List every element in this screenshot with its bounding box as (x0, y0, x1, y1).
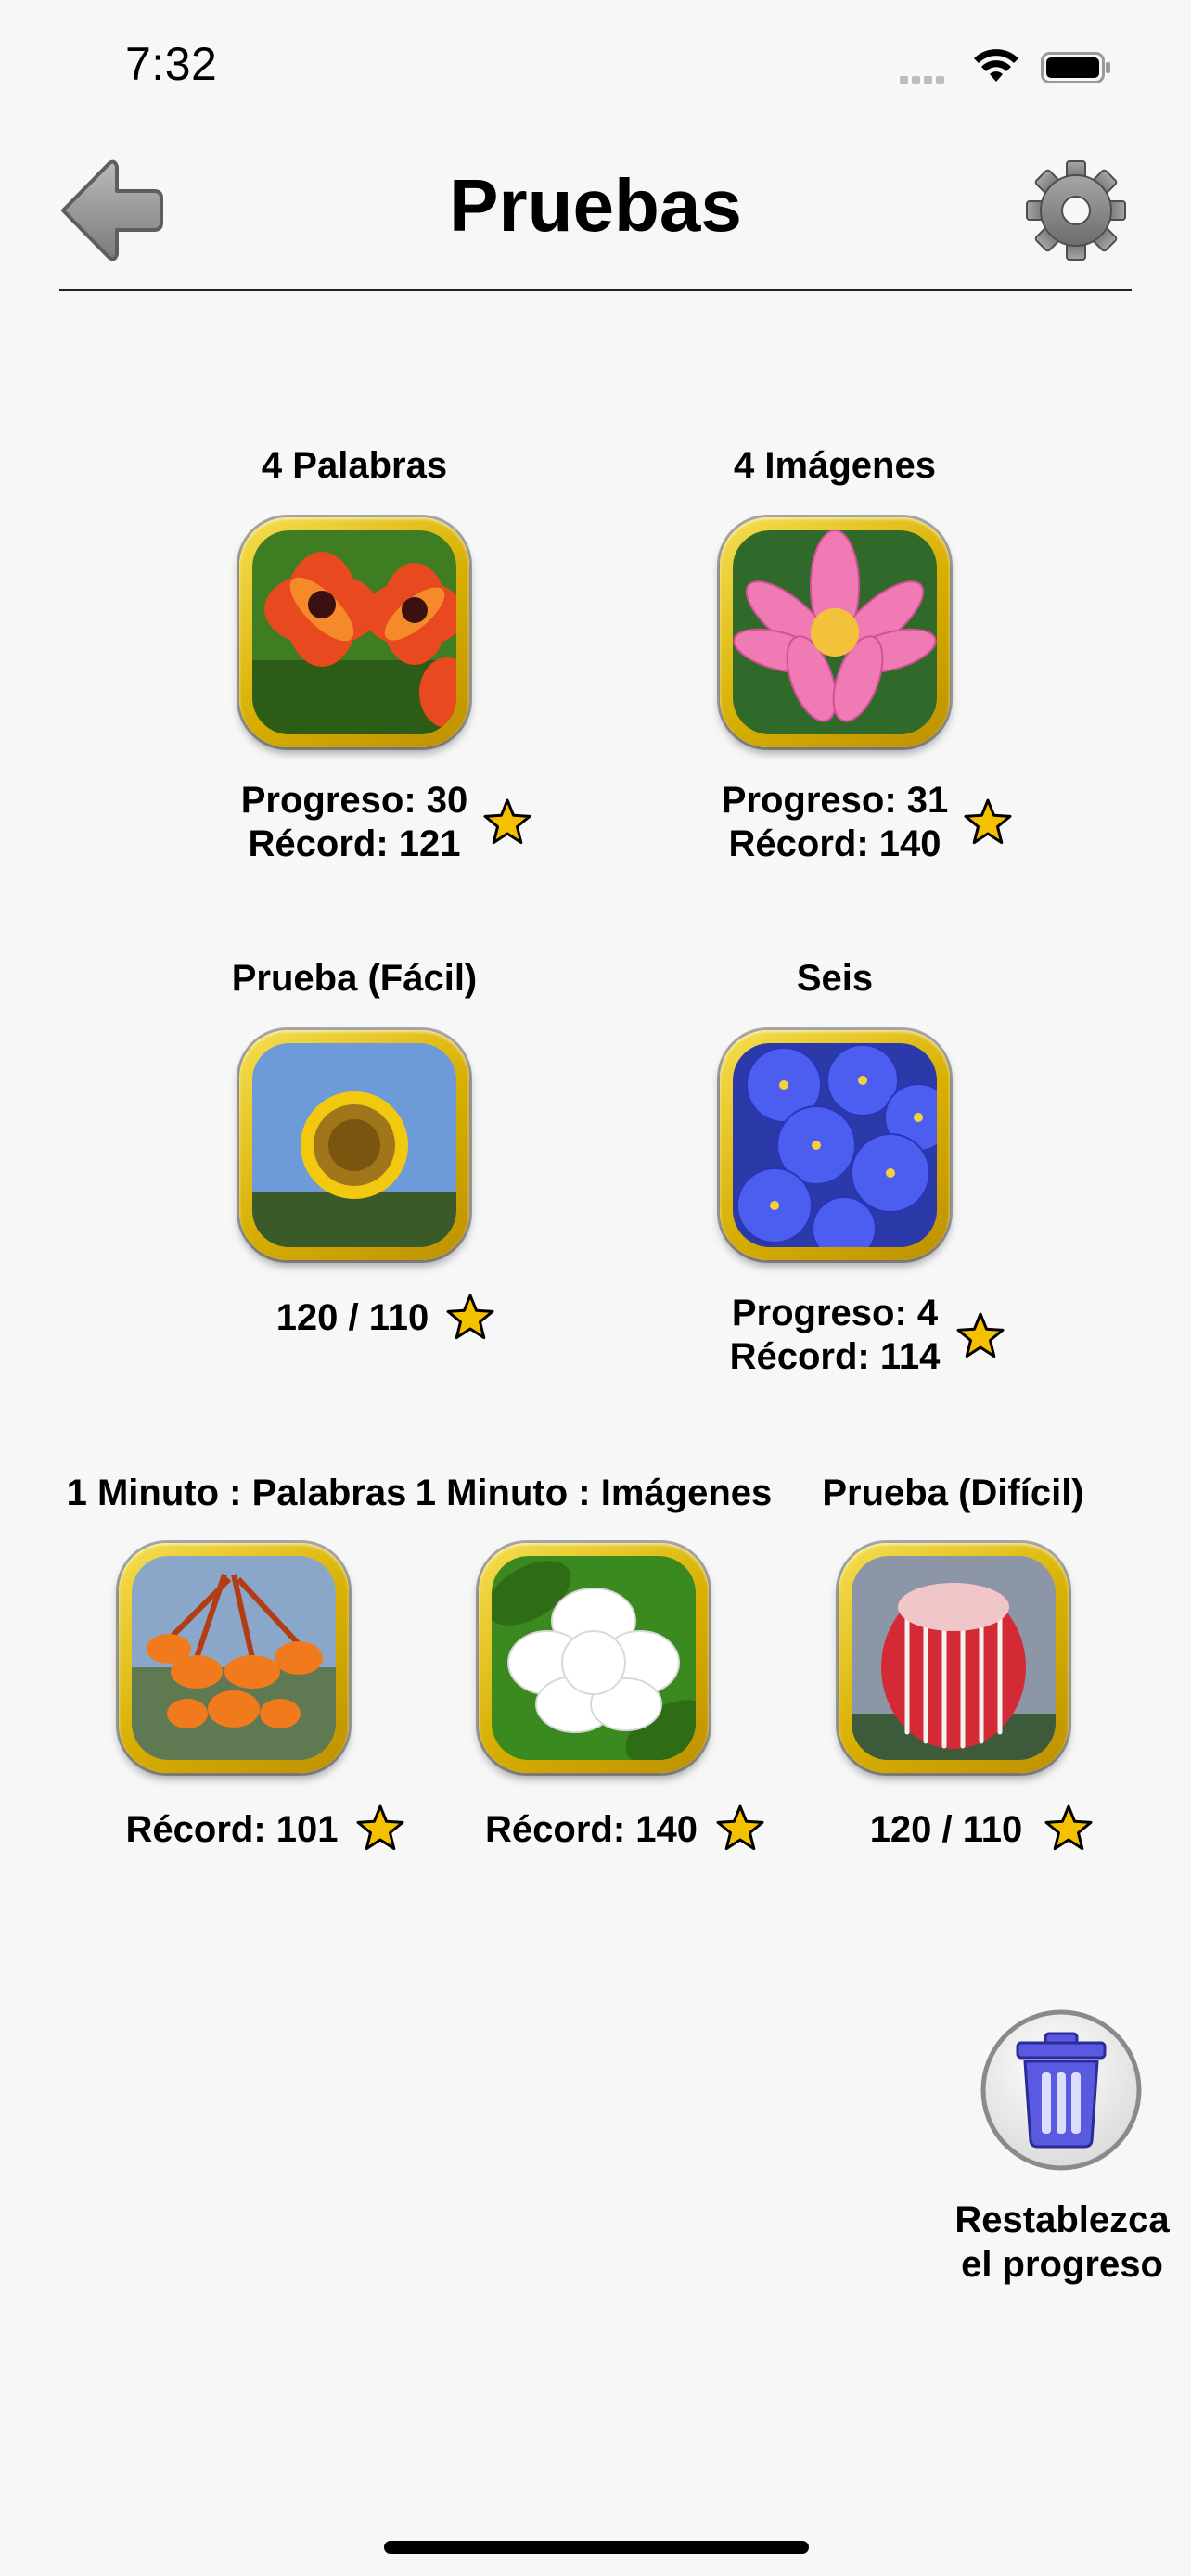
tile-title: 1 Minuto : Palabras (66, 1473, 407, 1513)
quiz-1-minute-words-button[interactable] (119, 1543, 349, 1773)
tile-record: Récord: 140 (728, 823, 941, 864)
star-icon (956, 1312, 1005, 1358)
quiz-six-button[interactable] (720, 1030, 950, 1260)
quiz-easy-button[interactable] (239, 1030, 469, 1260)
tile-record: Récord: 140 (485, 1809, 698, 1850)
tile-record: Récord: 121 (248, 823, 461, 864)
wifi-icon (974, 49, 1018, 82)
tile-score: 120 / 110 (869, 1809, 1023, 1850)
red-flower-thumbnail (252, 530, 456, 734)
tile-title: 1 Minuto : Imágenes (415, 1473, 773, 1513)
quiz-1-minute-images-button[interactable] (479, 1543, 709, 1773)
cellular-signal-icon (900, 72, 955, 84)
header-divider (59, 289, 1132, 291)
tile-title: 4 Imágenes (734, 445, 936, 486)
star-icon (356, 1804, 404, 1851)
tile-progress: Progreso: 31 (721, 780, 949, 821)
battery-icon (1041, 52, 1110, 83)
tile-score: 120 / 110 (275, 1297, 429, 1338)
orange-flowers-thumbnail (132, 1556, 336, 1760)
star-icon (716, 1804, 764, 1851)
star-icon (446, 1294, 494, 1340)
reset-label-line-1: Restablezca (954, 2200, 1170, 2240)
tile-record: Récord: 101 (125, 1809, 339, 1850)
quiz-hard-button[interactable] (839, 1543, 1069, 1773)
tile-progress: Progreso: 30 (240, 780, 468, 821)
banksia-flower-thumbnail (852, 1556, 1056, 1760)
star-icon (964, 798, 1012, 845)
star-icon (483, 798, 531, 845)
tile-title: Seis (796, 958, 874, 999)
sunflower-thumbnail (252, 1043, 456, 1247)
tile-title: Prueba (Difícil) (822, 1473, 1084, 1513)
star-icon (1044, 1804, 1093, 1851)
trash-icon[interactable] (979, 2008, 1144, 2173)
home-indicator[interactable] (384, 2541, 809, 2554)
page-title: Pruebas (449, 164, 742, 247)
quiz-4-images-button[interactable] (720, 517, 950, 747)
gardenia-thumbnail (492, 1556, 696, 1760)
reset-progress-label[interactable]: Restablezca el progreso (937, 2198, 1187, 2287)
gear-icon[interactable] (1025, 159, 1127, 261)
status-time: 7:32 (125, 38, 218, 90)
quiz-4-words-button[interactable] (239, 517, 469, 747)
violet-flowers-thumbnail (733, 1043, 937, 1247)
tile-record: Récord: 114 (729, 1336, 941, 1377)
lotus-flower-thumbnail (733, 530, 937, 734)
reset-label-line-2: el progreso (961, 2244, 1163, 2285)
tile-title: 4 Palabras (261, 445, 448, 486)
tile-title: Prueba (Fácil) (231, 958, 478, 999)
tile-progress: Progreso: 4 (731, 1293, 939, 1333)
